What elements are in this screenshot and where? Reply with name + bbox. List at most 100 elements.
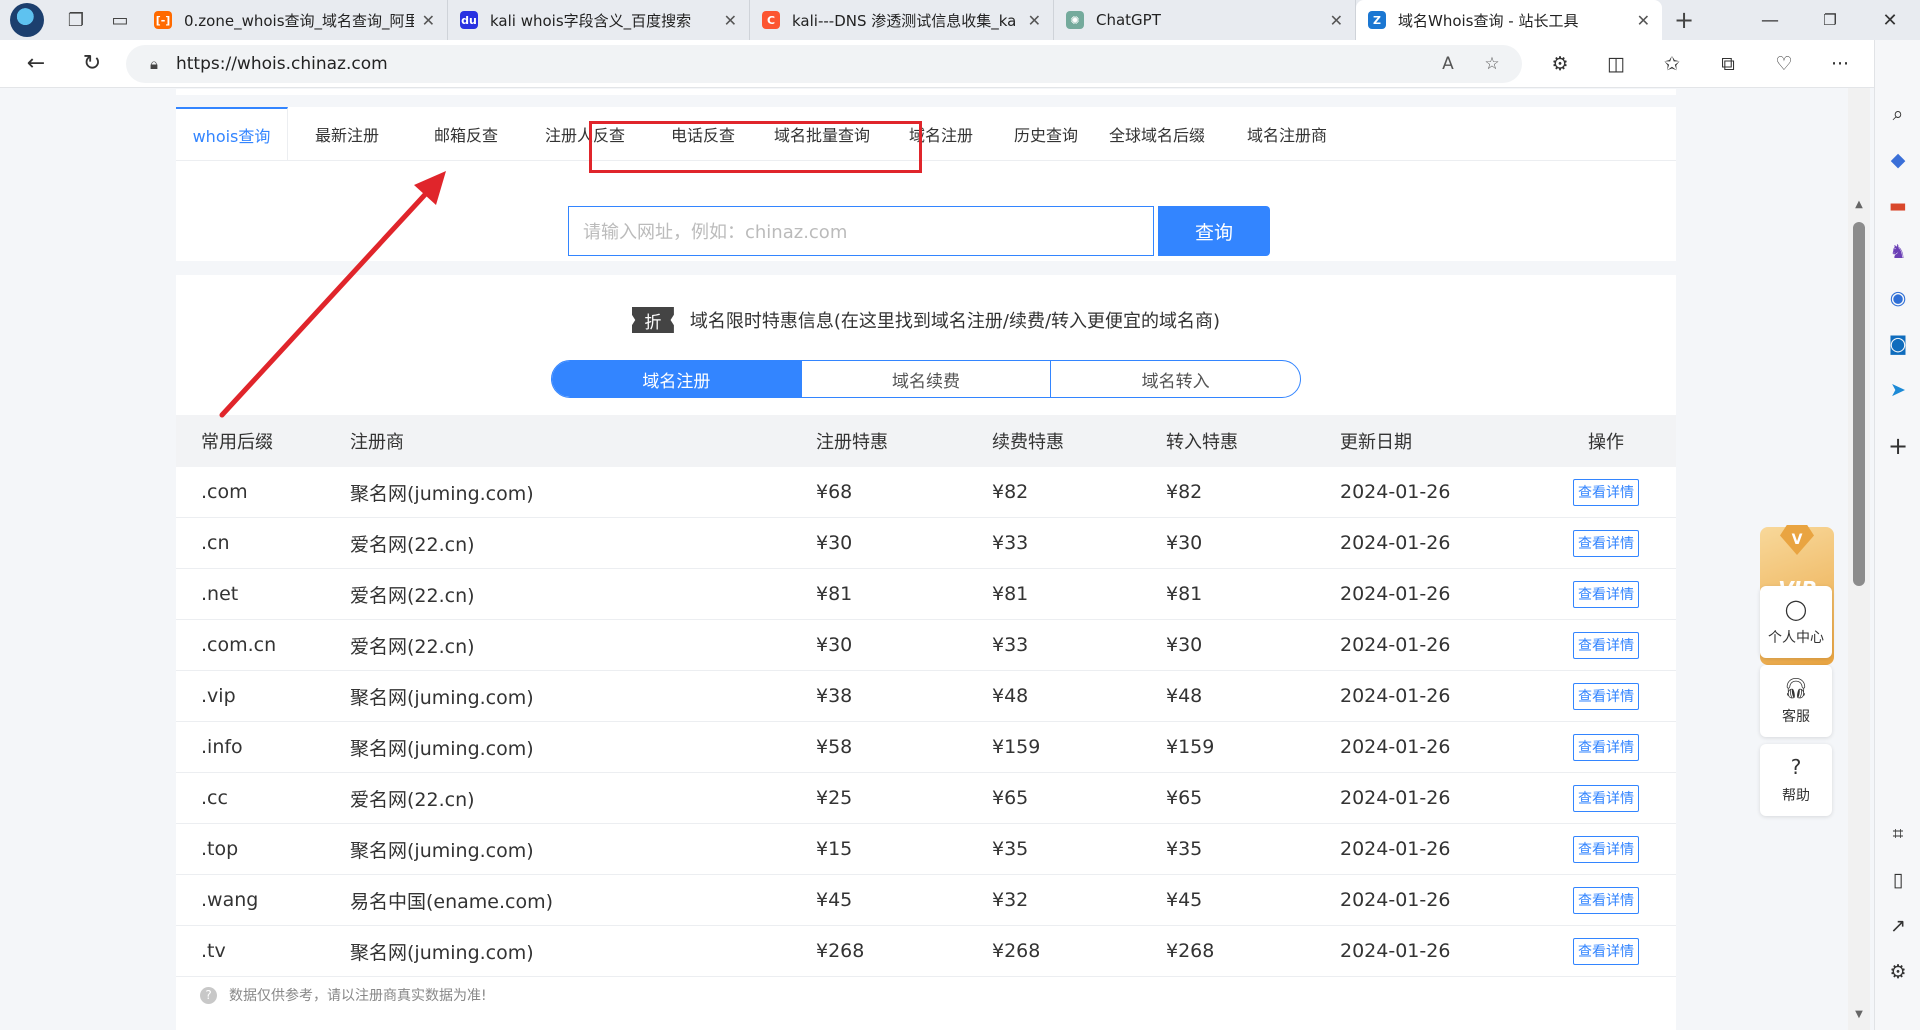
tab-close-icon[interactable]: ✕ — [724, 11, 737, 30]
browser-tab[interactable]: [-] 0.zone_whois查询_域名查询_阿里 ✕ — [142, 0, 448, 40]
nav-tab[interactable]: 域名注册商 — [1222, 107, 1352, 161]
browser-tab[interactable]: Ckali---DNS 渗透测试信息收集_ka ✕ — [750, 0, 1054, 40]
back-button[interactable]: ← — [8, 40, 64, 88]
customer-service-label: 客服 — [1782, 709, 1810, 725]
restore-button[interactable]: ❐ — [1800, 0, 1860, 40]
outlook-icon[interactable]: ◙ — [1875, 324, 1920, 364]
minimize-button[interactable]: — — [1740, 0, 1800, 40]
table-cell: ¥48 — [992, 685, 1029, 707]
nav-tab[interactable]: 邮箱反查 — [406, 107, 526, 161]
table-cell: ¥25 — [816, 787, 853, 809]
table-cell: 爱名网(22.cn) — [350, 584, 475, 607]
search-icon[interactable]: ⌕ — [1875, 94, 1920, 134]
view-details-button[interactable]: 查看详情 — [1573, 835, 1639, 863]
table-cell: ¥65 — [1166, 787, 1203, 809]
collections-icon[interactable]: ⧉ — [1702, 40, 1754, 88]
table-cell: 聚名网(juming.com) — [350, 686, 534, 709]
nav-tab[interactable]: 全球域名后缀 — [1092, 107, 1222, 161]
promo-segment-tab[interactable]: 域名转入 — [1051, 361, 1300, 397]
action-cell: 查看详情 — [1536, 580, 1676, 608]
scrollbar-thumb[interactable] — [1853, 222, 1865, 586]
microsoft-365-icon[interactable]: ◉ — [1875, 278, 1920, 318]
table-cell: 2024-01-26 — [1340, 634, 1451, 656]
view-details-button[interactable]: 查看详情 — [1573, 886, 1639, 914]
table-header: 常用后缀 注册商 注册特惠 续费特惠 转入特惠 更新日期 操作 — [176, 415, 1676, 467]
profile-avatar[interactable] — [10, 3, 44, 37]
tab-title: 0.zone_whois查询_域名查询_阿里 — [184, 11, 414, 30]
table-cell: .vip — [201, 685, 236, 707]
screenshot-icon[interactable]: ⌗ — [1875, 814, 1920, 854]
promo-heading: 折 域名限时特惠信息(在这里找到域名注册/续费/转入更便宜的域名商) — [176, 305, 1676, 335]
shopping-tag-icon[interactable]: ◆ — [1875, 140, 1920, 180]
nav-tab[interactable]: whois查询 — [176, 107, 288, 161]
split-screen-icon[interactable]: ◫ — [1590, 40, 1642, 88]
column-header: 更新日期 — [1340, 432, 1412, 453]
promo-segment-tab[interactable]: 域名注册 — [552, 361, 802, 397]
tab-close-icon[interactable]: ✕ — [422, 11, 435, 30]
nav-tab[interactable]: 历史查询 — [1000, 107, 1092, 161]
table-cell: ¥45 — [1166, 889, 1203, 911]
table-cell: 易名中国(ename.com) — [350, 890, 554, 913]
customer-service-button[interactable]: 🎧︎ 客服 — [1760, 665, 1832, 737]
read-aloud-icon[interactable]: A — [1428, 45, 1468, 83]
workspaces-icon[interactable]: ❐ — [54, 0, 98, 40]
table-cell: .tv — [201, 940, 226, 962]
view-details-button[interactable]: 查看详情 — [1573, 631, 1639, 659]
close-window-button[interactable]: ✕ — [1860, 0, 1920, 40]
view-details-button[interactable]: 查看详情 — [1573, 733, 1639, 761]
scroll-down-arrow[interactable]: ▼ — [1848, 1004, 1870, 1024]
send-icon[interactable]: ➤ — [1875, 370, 1920, 410]
tab-favicon-icon: ✺ — [1066, 11, 1084, 29]
table-row: .cn 爱名网(22.cn) ¥30 ¥33 ¥30 2024-01-26 查看详情 — [176, 518, 1676, 569]
table-cell: 2024-01-26 — [1340, 583, 1451, 605]
sidebar-layout-icon[interactable]: ▯ — [1875, 860, 1920, 900]
table-cell: 2024-01-26 — [1340, 940, 1451, 962]
search-button[interactable]: 查询 — [1158, 206, 1270, 256]
url-text[interactable]: https://whois.chinaz.com — [176, 54, 388, 74]
help-button[interactable]: ? 帮助 — [1760, 744, 1832, 816]
tab-actions-icon[interactable]: ▭ — [98, 0, 142, 40]
table-cell: ¥58 — [816, 736, 853, 758]
browser-tab[interactable]: Z 域名Whois查询 - 站长工具 ✕ — [1356, 0, 1662, 40]
vip-gem-icon: V — [1780, 525, 1814, 555]
extensions-icon[interactable]: ⚙ — [1534, 40, 1586, 88]
favorites-icon[interactable]: ✩ — [1646, 40, 1698, 88]
tab-close-icon[interactable]: ✕ — [1637, 11, 1650, 30]
view-details-button[interactable]: 查看详情 — [1573, 784, 1639, 812]
favorite-star-icon[interactable]: ☆ — [1472, 45, 1512, 83]
tools-briefcase-icon[interactable]: ▬ — [1875, 186, 1920, 226]
view-details-button[interactable]: 查看详情 — [1573, 529, 1639, 557]
view-details-button[interactable]: 查看详情 — [1573, 580, 1639, 608]
table-cell: ¥35 — [992, 838, 1029, 860]
nav-tab[interactable]: 最新注册 — [288, 107, 406, 161]
games-icon[interactable]: ♞ — [1875, 232, 1920, 272]
browser-tab[interactable]: du kali whois字段含义_百度搜索 ✕ — [448, 0, 750, 40]
user-center-button[interactable]: ◯ 个人中心 — [1760, 586, 1832, 658]
table-cell: 2024-01-26 — [1340, 838, 1451, 860]
view-details-button[interactable]: 查看详情 — [1573, 937, 1639, 965]
browser-essentials-icon[interactable]: ♡ — [1758, 40, 1810, 88]
domain-search-input[interactable]: 请输入网址，例如：chinaz.com — [568, 206, 1154, 256]
tab-close-icon[interactable]: ✕ — [1028, 11, 1041, 30]
page-content: whois查询 最新注册 邮箱反查 注册人反查 电话反查 域名批量查询 域名注册 历史查询 全球… — [0, 89, 1848, 1030]
sidebar-settings-icon[interactable]: ⚙ — [1875, 952, 1920, 992]
refresh-button[interactable]: ↻ — [64, 40, 120, 88]
view-details-button[interactable]: 查看详情 — [1573, 478, 1639, 506]
settings-more-icon[interactable]: ··· — [1814, 40, 1866, 88]
url-field[interactable]: 🔒︎ https://whois.chinaz.com A ☆ — [126, 45, 1522, 83]
add-sidebar-app-icon[interactable]: + — [1875, 426, 1920, 466]
view-details-button[interactable]: 查看详情 — [1573, 682, 1639, 710]
scroll-up-arrow[interactable]: ▲ — [1848, 194, 1870, 214]
table-cell: ¥33 — [992, 634, 1029, 656]
tab-favicon-icon: C — [762, 11, 780, 29]
table-cell: .cn — [201, 532, 230, 554]
table-cell: ¥45 — [816, 889, 853, 911]
tab-title: 域名Whois查询 - 站长工具 — [1398, 11, 1579, 30]
promo-segment-tab[interactable]: 域名续费 — [802, 361, 1052, 397]
browser-tab[interactable]: ✺ ChatGPT ✕ — [1054, 0, 1356, 40]
table-cell: 爱名网(22.cn) — [350, 533, 475, 556]
new-tab-button[interactable]: + — [1662, 0, 1706, 40]
lock-icon[interactable]: 🔒︎ — [150, 55, 158, 73]
open-external-icon[interactable]: ↗ — [1875, 906, 1920, 946]
tab-close-icon[interactable]: ✕ — [1330, 11, 1343, 30]
